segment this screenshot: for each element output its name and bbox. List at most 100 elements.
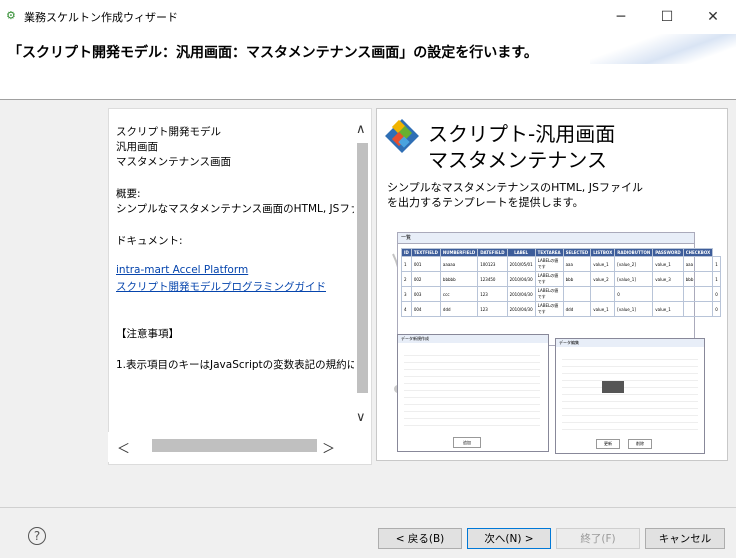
preview-table-cell: 001 [410, 256, 441, 272]
create-form-add-button: 追加 [453, 437, 481, 448]
list-screen: 一覧 ID TEXTFIELD NUMBERFIELD DATEFIELD LABEL T… [397, 232, 721, 346]
preview-table-cell: 0 [712, 301, 721, 317]
preview-table-cell: 4 [401, 301, 412, 317]
preview-table-cell [652, 286, 684, 302]
preview-table-cell: bbbbb [439, 271, 479, 287]
preview-table-cell: LABELの値です [534, 301, 564, 317]
list-tab: 一覧 [398, 233, 694, 244]
preview-table-cell: 3 [401, 286, 412, 302]
preview-column-header: ID [401, 248, 412, 257]
preview-table-cell: 2010/05/01 [506, 256, 536, 272]
help-icon[interactable]: ? [28, 527, 46, 545]
preview-table-cell: 2010/04/30 [506, 271, 536, 287]
programming-guide-link[interactable]: スクリプト開発モデルプログラミングガイド [116, 279, 326, 294]
screen-name: マスタメンテナンス画面 [116, 156, 231, 168]
preview-column-header: SELECTED [562, 248, 592, 257]
edit-form-title: データ編集 [556, 339, 704, 347]
preview-table-cell: aaa [562, 256, 592, 272]
preview-table-cell: 100123 [477, 256, 508, 272]
header-divider [0, 99, 736, 100]
maximize-button[interactable]: ☐ [644, 0, 690, 34]
preview-table-cell: 0 [712, 286, 721, 302]
scroll-left-icon[interactable]: ＜ [117, 438, 130, 457]
edit-form-update-button: 更新 [596, 439, 620, 449]
preview-table-cell: value_1 [590, 256, 616, 272]
preview-table-cell: 123 [477, 301, 508, 317]
preview-table-cell [682, 286, 714, 302]
template-title-line1: スクリプト-汎用画面 [428, 122, 616, 146]
preview-table-cell: 1 [712, 271, 721, 287]
puzzle-icon [385, 119, 419, 153]
template-screenshot: 一覧 ID TEXTFIELD NUMBERFIELD DATEFIELD LABEL T… [383, 214, 721, 454]
overview-text: シンプルなマスタメンテナンス画面のHTML, JSファイルを出力するテ [116, 203, 354, 215]
preview-table-cell: value_1 [652, 301, 684, 317]
preview-table-cell: aaa [682, 256, 714, 272]
preview-table-cell: bbb [682, 271, 714, 287]
model-name: スクリプト開発モデル [116, 126, 221, 138]
preview-column-header: LISTBOX [590, 248, 616, 257]
horizontal-scroll-thumb[interactable] [152, 439, 317, 452]
preview-table-cell: 0 [614, 286, 654, 302]
create-form-title: データ新規作成 [398, 335, 548, 343]
preview-column-header: CHECKBOX [682, 248, 714, 257]
overview-label: 概要: [116, 188, 141, 200]
vertical-scroll-thumb[interactable] [357, 143, 368, 393]
preview-table-cell: 003 [410, 286, 441, 302]
cancel-button[interactable]: キャンセル [645, 528, 725, 549]
next-button[interactable]: 次へ(N) > [467, 528, 551, 549]
edit-form-delete-button: 削除 [628, 439, 652, 449]
edit-form: データ編集 更新 削除 [555, 338, 705, 454]
header-decoration [590, 34, 736, 64]
preview-table-cell: [value_1] [614, 271, 654, 287]
preview-table-row: 2 002 bbbbb 123450 2010/04/30 LABELの値です bbb val… [401, 271, 721, 287]
preview-table-cell: value_1 [652, 256, 684, 272]
create-form: データ新規作成 追加 [397, 334, 549, 452]
preview-table-cell: LABELの値です [534, 271, 564, 287]
preview-column-header: DATEFIELD [477, 248, 508, 257]
preview-table-cell: 123450 [477, 271, 508, 287]
preview-table: ID TEXTFIELD NUMBERFIELD DATEFIELD LABEL TEXT… [401, 248, 721, 317]
preview-table-row: 1 001 aaaaa 100123 2010/05/01 LABELの値です aaa val… [401, 256, 721, 272]
document-label: ドキュメント: [116, 235, 183, 247]
scroll-right-icon[interactable]: ＞ [322, 438, 335, 457]
footer-divider [0, 507, 736, 508]
preview-table-cell: value_3 [652, 271, 684, 287]
preview-table-cell [562, 286, 592, 302]
minimize-button[interactable]: ─ [598, 0, 644, 34]
platform-link[interactable]: intra-mart Accel Platform [116, 264, 248, 276]
preview-table-cell: ddd [562, 301, 592, 317]
scroll-up-icon[interactable]: ∧ [356, 122, 366, 137]
preview-table-cell: [value_2] [614, 256, 654, 272]
preview-column-header: TEXTAREA [534, 248, 564, 257]
back-button[interactable]: < 戻る(B) [378, 528, 462, 549]
preview-table-cell: 1 [401, 256, 412, 272]
preview-table-row: 3 003 ccc 123 2010/04/30 LABELの値です 0 0 [401, 286, 721, 302]
preview-table-cell: ccc [439, 286, 479, 302]
close-button[interactable]: ✕ [690, 0, 736, 34]
preview-column-header: PASSWORD [652, 248, 684, 257]
preview-table-cell: ddd [439, 301, 479, 317]
preview-table-cell: bbb [562, 271, 592, 287]
preview-table-row: 4 004 ddd 123 2010/04/30 LABELの値です ddd value_1[… [401, 301, 721, 317]
notes-text: 1.表示項目のキーはJavaScriptの変数表記の規約に従って入力してく [116, 359, 354, 371]
preview-table-cell: 2010/04/30 [506, 286, 536, 302]
window-title: 業務スケルトン作成ウィザード [24, 11, 178, 24]
page-heading: 「スクリプト開発モデル：汎用画面：マスタメンテナンス画面」の設定を行います。 [8, 45, 538, 61]
preview-table-cell: value_2 [590, 271, 616, 287]
preview-column-header: NUMBERFIELD [439, 248, 479, 257]
preview-table-cell: 123 [477, 286, 508, 302]
scroll-down-icon[interactable]: ∨ [356, 410, 366, 425]
preview-table-cell [682, 301, 714, 317]
preview-column-header: TEXTFIELD [410, 248, 441, 257]
app-icon: ⚙ [6, 9, 16, 22]
screen-type: 汎用画面 [116, 141, 158, 153]
template-description-line1: シンプルなマスタメンテナンスのHTML, JSファイル [387, 181, 643, 194]
preview-table-cell: [value_1] [614, 301, 654, 317]
preview-column-header: RADIOBUTTON [614, 248, 654, 257]
preview-table-cell: 004 [410, 301, 441, 317]
finish-button[interactable]: 終了(F) [556, 528, 640, 549]
template-title-line2: マスタメンテナンス [428, 148, 607, 172]
preview-table-cell [590, 286, 616, 302]
template-description-line2: を出力するテンプレートを提供します。 [387, 196, 584, 209]
preview-table-cell: LABELの値です [534, 256, 564, 272]
